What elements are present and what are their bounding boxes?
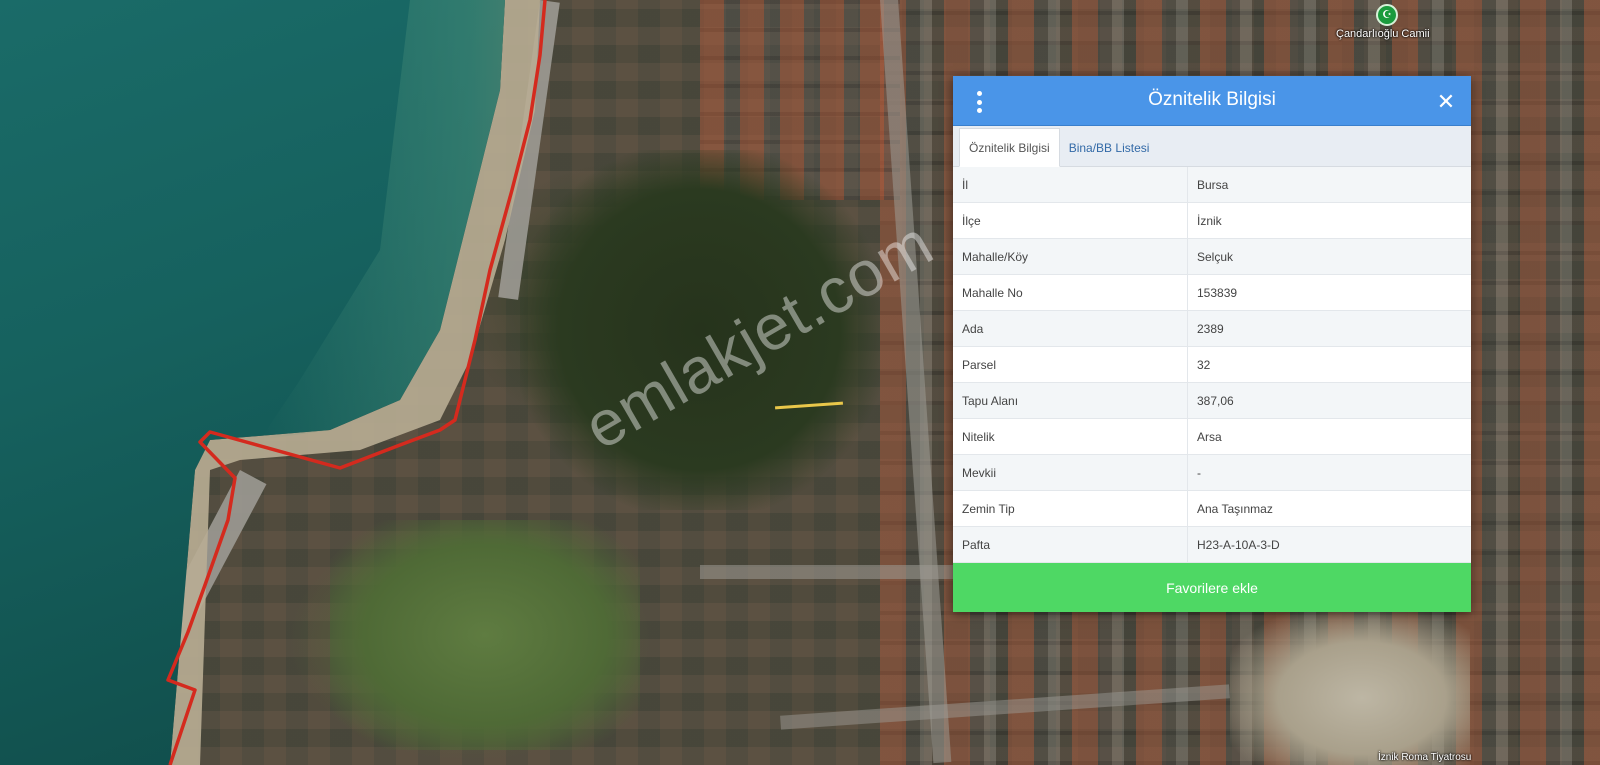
row-key: Pafta bbox=[953, 527, 1188, 563]
row-value: 2389 bbox=[1197, 321, 1224, 336]
tab-attribute-info[interactable]: Öznitelik Bilgisi bbox=[959, 128, 1060, 168]
attribute-info-panel: Öznitelik Bilgisi ✕ Öznitelik Bilgisi Bi… bbox=[953, 76, 1471, 612]
tab-building-list[interactable]: Bina/BB Listesi bbox=[1060, 130, 1159, 166]
row-key: Tapu Alanı bbox=[953, 383, 1188, 419]
row-value: Ana Taşınmaz bbox=[1197, 501, 1273, 516]
mosque-pin-icon: ☪ bbox=[1376, 4, 1398, 26]
row-key: İlçe bbox=[953, 203, 1188, 239]
poi-mosque[interactable]: ☪ Çandarlıoğlu Camii bbox=[1336, 4, 1430, 40]
row-key: İl bbox=[953, 167, 1188, 203]
table-row: İlçe İznik bbox=[953, 203, 1471, 240]
poi-mosque-label: Çandarlıoğlu Camii bbox=[1336, 28, 1430, 40]
row-key: Nitelik bbox=[953, 419, 1188, 455]
table-row: Parsel 32 bbox=[953, 347, 1471, 384]
panel-header: Öznitelik Bilgisi ✕ bbox=[953, 76, 1471, 126]
row-key: Ada bbox=[953, 311, 1188, 347]
row-value: İznik bbox=[1197, 213, 1222, 228]
table-row: Zemin Tip Ana Taşınmaz bbox=[953, 491, 1471, 528]
table-row: İl Bursa bbox=[953, 167, 1471, 204]
row-value: 387,06 bbox=[1197, 393, 1234, 408]
add-to-favorites-button[interactable]: Favorilere ekle bbox=[953, 563, 1471, 612]
panel-title: Öznitelik Bilgisi bbox=[1148, 89, 1276, 111]
row-value: 32 bbox=[1197, 357, 1211, 372]
attribute-table: İl Bursa İlçe İznik Mahalle/Köy Selçuk M… bbox=[953, 167, 1471, 564]
row-value: 153839 bbox=[1197, 285, 1238, 300]
row-key: Zemin Tip bbox=[953, 491, 1188, 527]
row-key: Mahalle No bbox=[953, 275, 1188, 311]
row-key: Mahalle/Köy bbox=[953, 239, 1188, 275]
row-key: Parsel bbox=[953, 347, 1188, 383]
table-row: Nitelik Arsa bbox=[953, 419, 1471, 456]
table-row: Mahalle/Köy Selçuk bbox=[953, 239, 1471, 276]
close-icon[interactable]: ✕ bbox=[1433, 89, 1459, 115]
table-row: Mahalle No 153839 bbox=[953, 275, 1471, 312]
row-value: Arsa bbox=[1197, 429, 1222, 444]
table-row: Mevkii - bbox=[953, 455, 1471, 492]
row-value: H23-A-10A-3-D bbox=[1197, 537, 1280, 552]
table-row: Tapu Alanı 387,06 bbox=[953, 383, 1471, 420]
table-row: Pafta H23-A-10A-3-D bbox=[953, 527, 1471, 564]
row-value: Bursa bbox=[1197, 177, 1229, 192]
row-key: Mevkii bbox=[953, 455, 1188, 491]
vertical-dots-icon[interactable] bbox=[971, 91, 987, 113]
tab-bar: Öznitelik Bilgisi Bina/BB Listesi bbox=[953, 125, 1471, 168]
poi-theatre-label: İznik Roma Tiyatrosu bbox=[1378, 752, 1472, 763]
row-value: Selçuk bbox=[1197, 249, 1234, 264]
row-value: - bbox=[1197, 465, 1201, 480]
table-row: Ada 2389 bbox=[953, 311, 1471, 348]
boundary-line bbox=[166, 0, 547, 765]
